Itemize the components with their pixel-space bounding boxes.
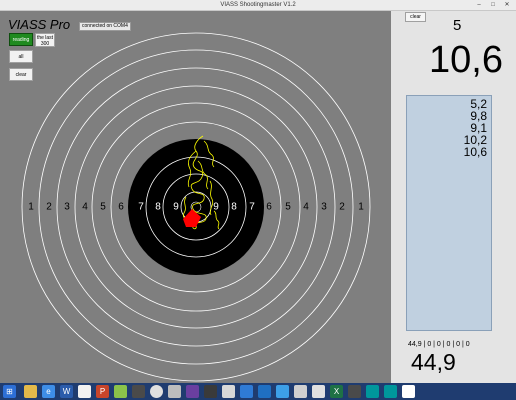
app-icon[interactable] <box>204 385 217 398</box>
reading-button[interactable]: reading <box>9 33 33 46</box>
shot-list[interactable]: 5,2 9,8 9,1 10,2 10,6 <box>406 95 492 331</box>
visual-studio-icon[interactable] <box>186 385 199 398</box>
ring-label-left-5: 5 <box>100 202 106 213</box>
maximize-button[interactable]: □ <box>486 0 500 10</box>
word-icon[interactable]: W <box>60 385 73 398</box>
the-last-count: 300 <box>40 41 50 47</box>
app-icon[interactable] <box>348 385 361 398</box>
black-aiming-area <box>128 139 264 275</box>
ring-label-right-7: 7 <box>249 202 255 213</box>
app-icon[interactable] <box>132 385 145 398</box>
ring-label-left-7: 7 <box>138 202 144 213</box>
ring-label-left-8: 8 <box>155 202 161 213</box>
app-icon[interactable] <box>222 385 235 398</box>
excel-icon[interactable]: X <box>330 385 343 398</box>
ring-label-right-5: 5 <box>285 202 291 213</box>
target-canvas: 1 2 3 4 5 6 7 8 9 9 8 7 6 5 4 3 2 1 <box>21 32 371 382</box>
settings-icon[interactable] <box>168 385 181 398</box>
powerpoint-icon[interactable]: P <box>96 385 109 398</box>
viass-icon[interactable] <box>402 385 415 398</box>
start-icon[interactable]: ⊞ <box>3 385 16 398</box>
all-button[interactable]: all <box>9 50 33 63</box>
explorer-icon[interactable] <box>24 385 37 398</box>
ring-label-right-8: 8 <box>231 202 237 213</box>
bluestacks-icon[interactable] <box>114 385 127 398</box>
arduino2-icon[interactable] <box>384 385 397 398</box>
windows-icon[interactable] <box>240 385 253 398</box>
ring-label-left-4: 4 <box>82 202 88 213</box>
window-title: VIASS Shootingmaster V1.2 <box>220 2 296 8</box>
ring-label-left-2: 2 <box>46 202 52 213</box>
ring-label-right-1: 1 <box>358 202 364 213</box>
minimize-button[interactable]: – <box>472 0 486 10</box>
clear-scores-button[interactable]: clear <box>405 12 426 22</box>
ring-label-right-4: 4 <box>303 202 309 213</box>
outlook-icon[interactable] <box>258 385 271 398</box>
store-icon[interactable] <box>276 385 289 398</box>
taskbar: ⊞ e W P X <box>0 383 516 400</box>
ring-label-right-6: 6 <box>266 202 272 213</box>
ring-label-left-3: 3 <box>64 202 70 213</box>
target-area: 1 2 3 4 5 6 7 8 9 9 8 7 6 5 4 3 2 1 VIAS… <box>0 11 391 383</box>
app-icon[interactable] <box>312 385 325 398</box>
ring-label-right-3: 3 <box>321 202 327 213</box>
the-last-button[interactable]: the last 300 <box>35 33 55 47</box>
list-item: 10,6 <box>463 145 487 159</box>
current-score: 10,6 <box>429 39 503 81</box>
title-bar: VIASS Shootingmaster V1.2 – □ ✕ <box>0 0 516 11</box>
ring-label-left-6: 6 <box>118 202 124 213</box>
shot-number: 5 <box>453 17 462 34</box>
score-panel: clear 5 10,6 5,2 9,8 9,1 10,2 10,6 44,9 … <box>391 11 516 383</box>
series-summary: 44,9 | 0 | 0 | 0 | 0 | 0 <box>408 341 470 348</box>
ie-icon[interactable]: e <box>42 385 55 398</box>
ring-label-right-2: 2 <box>339 202 345 213</box>
ring-label-left-1: 1 <box>28 202 34 213</box>
clear-button[interactable]: clear <box>9 68 33 81</box>
ring-label-left-9: 9 <box>173 202 179 213</box>
connection-status: connected on COM4 <box>79 22 131 31</box>
close-button[interactable]: ✕ <box>500 0 514 10</box>
chrome-icon[interactable] <box>150 385 163 398</box>
total-score: 44,9 <box>411 349 456 375</box>
app-name: VIASS Pro <box>8 17 71 32</box>
photos-icon[interactable] <box>294 385 307 398</box>
arduino-icon[interactable] <box>366 385 379 398</box>
paint-icon[interactable] <box>78 385 91 398</box>
